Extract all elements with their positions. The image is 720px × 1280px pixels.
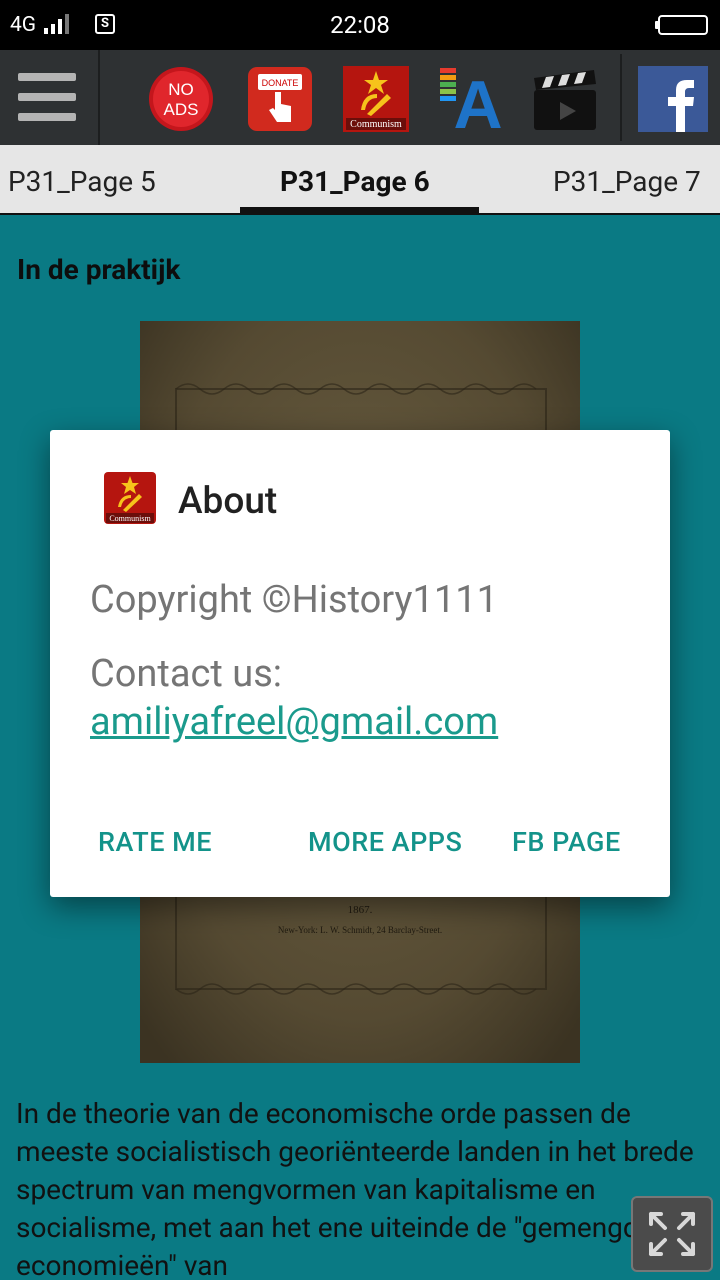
email-link[interactable]: amiliyafreel@gmail.com <box>90 700 498 744</box>
fb-page-button[interactable]: FB PAGE <box>512 826 621 858</box>
app-icon-text: Communism <box>109 514 151 523</box>
about-dialog: Communism About Copyright ©History1111 C… <box>50 430 670 897</box>
app-icon: Communism <box>104 472 156 524</box>
dialog-title: About <box>178 480 278 523</box>
contact-label: Contact us: <box>90 652 283 696</box>
more-apps-button[interactable]: MORE APPS <box>308 826 462 858</box>
copyright-text: Copyright ©History1111 <box>90 578 498 622</box>
rate-me-button[interactable]: RATE ME <box>98 826 212 858</box>
